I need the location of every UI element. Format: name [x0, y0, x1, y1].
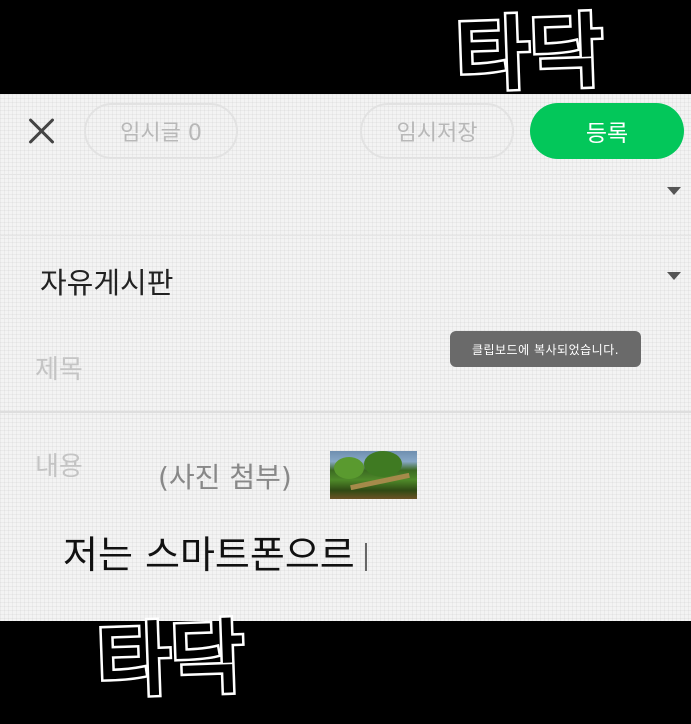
board-select-value: 자유게시판 [40, 266, 174, 300]
sound-effect-text-bottom: 타닥 [93, 608, 248, 711]
photo-leaf [364, 451, 402, 477]
typed-text: 저는 스마트폰으르 [63, 533, 355, 577]
content-placeholder: 내용 [35, 452, 83, 482]
board-select[interactable]: 자유게시판 [0, 236, 691, 319]
editor-toolbar: 임시글 0 임시저장 등록 [0, 94, 691, 175]
chevron-down-icon [667, 187, 681, 195]
temp-save-button[interactable]: 임시저장 [360, 103, 514, 159]
cafe-select[interactable] [0, 175, 691, 236]
photo-attachment-note: (사진 첨부) [158, 461, 292, 494]
photo-leaf [334, 457, 364, 479]
meme-frame: 타닥 임시글 0 임시저장 등록 자유게시판 제목 클립보드에 복사되었습니다.… [0, 0, 691, 724]
text-cursor [364, 543, 367, 571]
title-placeholder: 제목 [35, 355, 83, 385]
drafts-button[interactable]: 임시글 0 [84, 103, 238, 159]
post-editor: 임시글 0 임시저장 등록 자유게시판 제목 클립보드에 복사되었습니다. 내용… [0, 94, 691, 621]
submit-button[interactable]: 등록 [530, 103, 684, 159]
sound-effect-text-top: 타닥 [452, 2, 607, 105]
toast-message: 클립보드에 복사되었습니다. [450, 331, 641, 367]
content-body[interactable]: 저는 스마트폰으르 [63, 524, 367, 579]
close-icon[interactable] [24, 114, 58, 148]
chevron-down-icon [667, 272, 681, 280]
attached-photo-thumbnail[interactable] [330, 451, 417, 499]
